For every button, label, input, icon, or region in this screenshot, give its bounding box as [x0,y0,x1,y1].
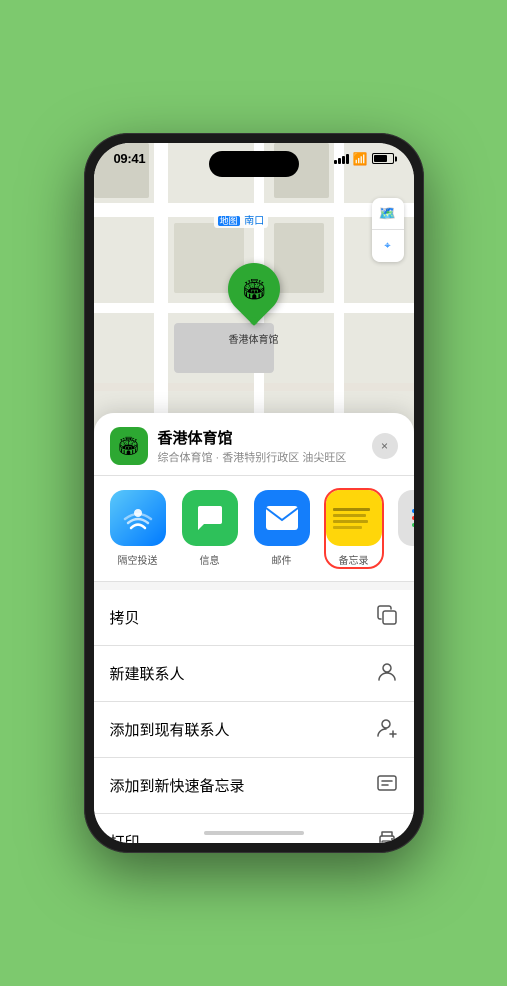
share-row: 隔空投送 信息 [94,476,414,582]
mail-icon [254,490,310,546]
print-label: 打印 [110,831,140,843]
airdrop-icon [110,490,166,546]
location-pin: 🏟 香港体育馆 [228,263,280,346]
mail-label: 邮件 [272,552,292,567]
bottom-sheet: 🏟 香港体育馆 综合体育馆 · 香港特别行政区 油尖旺区 × [94,413,414,843]
messages-icon [182,490,238,546]
location-logo: 🏟 [110,427,148,465]
map-gate-label: 地图 南口 [214,211,269,228]
add-contact-label: 添加到现有联系人 [110,719,230,740]
pin-circle: 🏟 [217,252,291,326]
notes-label: 备忘录 [339,552,369,567]
map-location-btn[interactable]: ⌖ [372,230,404,262]
map-controls: 🗺️ ⌖ [372,198,404,262]
battery-icon [372,153,394,164]
signal-icon [334,154,349,164]
new-contact-icon [376,660,398,687]
location-subtitle: 综合体育馆 · 香港特别行政区 油尖旺区 [158,449,362,465]
status-time: 09:41 [114,151,146,166]
copy-label: 拷贝 [110,607,140,628]
location-header: 🏟 香港体育馆 综合体育馆 · 香港特别行政区 油尖旺区 × [94,413,414,476]
action-add-contact[interactable]: 添加到现有联系人 [94,702,414,758]
wifi-icon: 📶 [353,152,368,166]
dynamic-island [209,151,299,177]
copy-icon [376,604,398,631]
print-icon [376,828,398,843]
phone-frame: 09:41 📶 [84,133,424,853]
share-notes[interactable]: 备忘录 [326,490,382,567]
add-notes-label: 添加到新快速备忘录 [110,775,245,796]
pin-icon: 🏟 [241,277,266,302]
action-print[interactable]: 打印 [94,814,414,843]
notes-icon [326,490,382,546]
action-copy[interactable]: 拷贝 [94,590,414,646]
pin-label: 香港体育馆 [229,331,279,346]
add-notes-icon [376,772,398,799]
phone-screen: 09:41 📶 [94,143,414,843]
airdrop-label: 隔空投送 [118,552,158,567]
add-contact-icon [376,716,398,743]
location-info: 香港体育馆 综合体育馆 · 香港特别行政区 油尖旺区 [158,427,362,465]
location-name: 香港体育馆 [158,427,362,448]
home-indicator [204,831,304,835]
close-button[interactable]: × [372,433,398,459]
share-mail[interactable]: 邮件 [254,490,310,567]
messages-label: 信息 [200,552,220,567]
new-contact-label: 新建联系人 [110,663,185,684]
map-view-toggle[interactable]: 🗺️ [372,198,404,230]
action-new-contact[interactable]: 新建联系人 [94,646,414,702]
action-add-notes[interactable]: 添加到新快速备忘录 [94,758,414,814]
share-airdrop[interactable]: 隔空投送 [110,490,166,567]
share-messages[interactable]: 信息 [182,490,238,567]
more-icon [398,490,414,546]
status-icons: 📶 [334,152,394,166]
share-more[interactable]: 推 [398,490,414,567]
action-list: 拷贝 新建联系人 [94,590,414,843]
